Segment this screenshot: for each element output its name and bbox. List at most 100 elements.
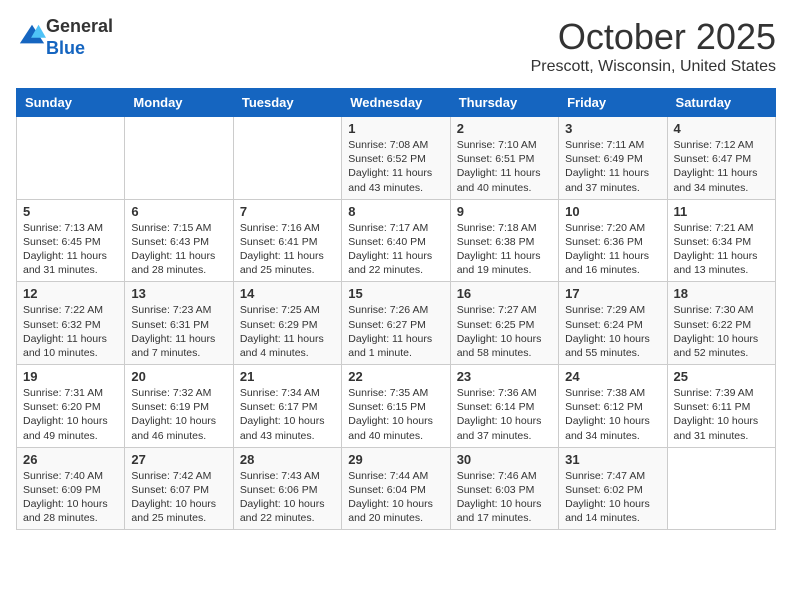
day-cell: 29Sunrise: 7:44 AM Sunset: 6:04 PM Dayli… [342,447,450,530]
day-number: 14 [240,286,335,301]
day-cell: 21 Sunrise: 7:34 AM Sunset: 6:17 PM Dayli… [233,365,341,448]
day-number: 21 [240,369,335,384]
day-number: 12 [23,286,118,301]
day-cell: 3 Sunrise: 7:11 AM Sunset: 6:49 PM Daylig… [559,117,667,200]
calendar-header-row: SundayMondayTuesdayWednesdayThursdayFrid… [17,89,776,117]
day-number: 22 [348,369,443,384]
day-info: Sunrise: 7:39 AM Sunset: 6:11 PM Dayligh… [674,386,769,443]
day-info: Sunrise: 7:30 AM Sunset: 6:22 PM Dayligh… [674,303,769,360]
day-cell: 27 Sunrise: 7:42 AM Sunset: 6:07 PM Dayli… [125,447,233,530]
day-number: 8 [348,204,443,219]
day-cell: 5 Sunrise: 7:13 AM Sunset: 6:45 PM Daylig… [17,199,125,282]
week-row-3: 12 Sunrise: 7:22 AM Sunset: 6:32 PM Dayli… [17,282,776,365]
day-info: Sunrise: 7:10 AM Sunset: 6:51 PM Dayligh… [457,138,552,195]
day-cell: 13Sunrise: 7:23 AM Sunset: 6:31 PM Dayli… [125,282,233,365]
logo-icon [18,21,46,49]
header-saturday: Saturday [667,89,775,117]
day-info: Sunrise: 7:11 AM Sunset: 6:49 PM Dayligh… [565,138,660,195]
day-number: 24 [565,369,660,384]
day-info: Sunrise: 7:20 AM Sunset: 6:36 PM Dayligh… [565,221,660,278]
day-info: Sunrise: 7:15 AM Sunset: 6:43 PM Dayligh… [131,221,226,278]
page-header: General Blue October 2025 Prescott, Wisc… [16,16,776,76]
day-cell [17,117,125,200]
header-tuesday: Tuesday [233,89,341,117]
day-number: 5 [23,204,118,219]
day-number: 9 [457,204,552,219]
day-cell [233,117,341,200]
day-info: Sunrise: 7:27 AM Sunset: 6:25 PM Dayligh… [457,303,552,360]
day-cell: 28 Sunrise: 7:43 AM Sunset: 6:06 PM Dayli… [233,447,341,530]
day-number: 27 [131,452,226,467]
day-cell [667,447,775,530]
day-number: 4 [674,121,769,136]
day-number: 26 [23,452,118,467]
title-block: October 2025 Prescott, Wisconsin, United… [531,16,776,76]
day-cell: 18 Sunrise: 7:30 AM Sunset: 6:22 PM Dayli… [667,282,775,365]
day-info: Sunrise: 7:13 AM Sunset: 6:45 PM Dayligh… [23,221,118,278]
day-info: Sunrise: 7:43 AM Sunset: 6:06 PM Dayligh… [240,469,335,526]
day-info: Sunrise: 7:31 AM Sunset: 6:20 PM Dayligh… [23,386,118,443]
day-number: 25 [674,369,769,384]
day-number: 7 [240,204,335,219]
day-cell [125,117,233,200]
day-info: Sunrise: 7:21 AM Sunset: 6:34 PM Dayligh… [674,221,769,278]
day-info: Sunrise: 7:22 AM Sunset: 6:32 PM Dayligh… [23,303,118,360]
day-cell: 23 Sunrise: 7:36 AM Sunset: 6:14 PM Dayli… [450,365,558,448]
day-cell: 22 Sunrise: 7:35 AM Sunset: 6:15 PM Dayli… [342,365,450,448]
week-row-4: 19 Sunrise: 7:31 AM Sunset: 6:20 PM Dayli… [17,365,776,448]
day-cell: 7Sunrise: 7:16 AM Sunset: 6:41 PM Daylig… [233,199,341,282]
day-cell: 9 Sunrise: 7:18 AM Sunset: 6:38 PM Daylig… [450,199,558,282]
day-info: Sunrise: 7:29 AM Sunset: 6:24 PM Dayligh… [565,303,660,360]
day-number: 18 [674,286,769,301]
day-number: 19 [23,369,118,384]
day-info: Sunrise: 7:44 AM Sunset: 6:04 PM Dayligh… [348,469,443,526]
day-number: 23 [457,369,552,384]
day-cell: 4 Sunrise: 7:12 AM Sunset: 6:47 PM Daylig… [667,117,775,200]
day-number: 20 [131,369,226,384]
day-number: 28 [240,452,335,467]
day-number: 30 [457,452,552,467]
header-thursday: Thursday [450,89,558,117]
day-number: 3 [565,121,660,136]
day-info: Sunrise: 7:17 AM Sunset: 6:40 PM Dayligh… [348,221,443,278]
day-info: Sunrise: 7:42 AM Sunset: 6:07 PM Dayligh… [131,469,226,526]
day-info: Sunrise: 7:32 AM Sunset: 6:19 PM Dayligh… [131,386,226,443]
day-cell: 14 Sunrise: 7:25 AM Sunset: 6:29 PM Dayli… [233,282,341,365]
day-info: Sunrise: 7:12 AM Sunset: 6:47 PM Dayligh… [674,138,769,195]
day-cell: 15 Sunrise: 7:26 AM Sunset: 6:27 PM Dayli… [342,282,450,365]
day-cell: 19 Sunrise: 7:31 AM Sunset: 6:20 PM Dayli… [17,365,125,448]
day-info: Sunrise: 7:25 AM Sunset: 6:29 PM Dayligh… [240,303,335,360]
day-number: 13 [131,286,226,301]
day-cell: 30 Sunrise: 7:46 AM Sunset: 6:03 PM Dayli… [450,447,558,530]
day-number: 15 [348,286,443,301]
day-cell: 24 Sunrise: 7:38 AM Sunset: 6:12 PM Dayli… [559,365,667,448]
day-info: Sunrise: 7:46 AM Sunset: 6:03 PM Dayligh… [457,469,552,526]
calendar-table: SundayMondayTuesdayWednesdayThursdayFrid… [16,88,776,530]
day-info: Sunrise: 7:26 AM Sunset: 6:27 PM Dayligh… [348,303,443,360]
day-number: 2 [457,121,552,136]
week-row-2: 5 Sunrise: 7:13 AM Sunset: 6:45 PM Daylig… [17,199,776,282]
day-number: 17 [565,286,660,301]
day-info: Sunrise: 7:36 AM Sunset: 6:14 PM Dayligh… [457,386,552,443]
day-info: Sunrise: 7:47 AM Sunset: 6:02 PM Dayligh… [565,469,660,526]
day-info: Sunrise: 7:38 AM Sunset: 6:12 PM Dayligh… [565,386,660,443]
day-cell: 10 Sunrise: 7:20 AM Sunset: 6:36 PM Dayli… [559,199,667,282]
day-cell: 25 Sunrise: 7:39 AM Sunset: 6:11 PM Dayli… [667,365,775,448]
month-title: October 2025 [531,16,776,58]
logo-text: General Blue [46,16,113,59]
day-number: 11 [674,204,769,219]
day-info: Sunrise: 7:35 AM Sunset: 6:15 PM Dayligh… [348,386,443,443]
header-monday: Monday [125,89,233,117]
day-cell: 8 Sunrise: 7:17 AM Sunset: 6:40 PM Daylig… [342,199,450,282]
day-info: Sunrise: 7:40 AM Sunset: 6:09 PM Dayligh… [23,469,118,526]
header-sunday: Sunday [17,89,125,117]
day-cell: 31Sunrise: 7:47 AM Sunset: 6:02 PM Dayli… [559,447,667,530]
logo: General Blue [16,16,113,59]
day-info: Sunrise: 7:18 AM Sunset: 6:38 PM Dayligh… [457,221,552,278]
day-info: Sunrise: 7:34 AM Sunset: 6:17 PM Dayligh… [240,386,335,443]
day-cell: 26 Sunrise: 7:40 AM Sunset: 6:09 PM Dayli… [17,447,125,530]
week-row-1: 1Sunrise: 7:08 AM Sunset: 6:52 PM Daylig… [17,117,776,200]
day-number: 10 [565,204,660,219]
header-friday: Friday [559,89,667,117]
day-number: 16 [457,286,552,301]
